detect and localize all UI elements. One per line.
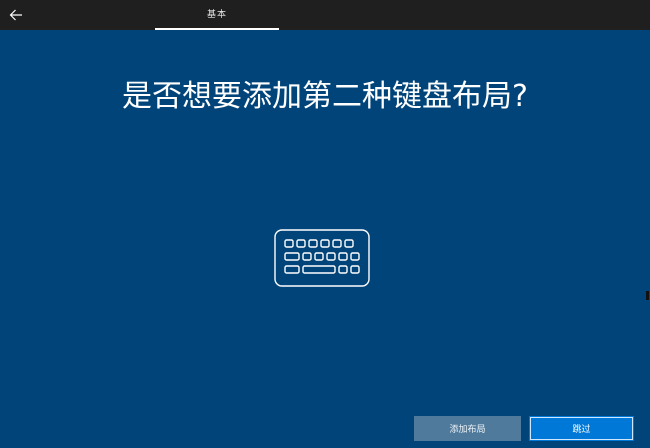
tab-active-indicator bbox=[155, 28, 279, 30]
tab-basics[interactable]: 基本 bbox=[155, 0, 279, 30]
edge-marker bbox=[646, 291, 649, 300]
top-bar: 基本 bbox=[0, 0, 650, 30]
back-button[interactable] bbox=[4, 3, 28, 27]
add-layout-button[interactable]: 添加布局 bbox=[414, 416, 521, 441]
tab-label: 基本 bbox=[206, 10, 227, 20]
page-title: 是否想要添加第二种键盘布局? bbox=[122, 79, 528, 114]
keyboard-icon bbox=[274, 229, 370, 287]
skip-button[interactable]: 跳过 bbox=[529, 416, 634, 441]
arrow-left-icon bbox=[9, 9, 22, 21]
